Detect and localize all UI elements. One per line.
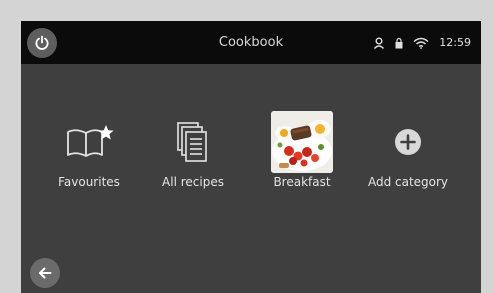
category-tiles: Favourites All recipes Breakfast Add cat… <box>21 111 481 201</box>
device-screen: Cookbook 12:59 Favourites All recipes Br… <box>21 21 481 293</box>
tile-label: Breakfast <box>273 175 331 189</box>
tile-favourites[interactable]: Favourites <box>37 111 141 201</box>
tile-add-category[interactable]: Add category <box>356 111 460 201</box>
tile-label: Add category <box>367 175 449 189</box>
lock-icon <box>395 37 403 48</box>
plus-circle-icon <box>395 129 421 155</box>
recipe-list-icon <box>177 122 207 162</box>
tile-breakfast[interactable]: Breakfast <box>250 111 354 201</box>
breakfast-photo <box>271 111 333 173</box>
power-icon <box>35 35 49 50</box>
tile-all-recipes[interactable]: All recipes <box>141 111 245 201</box>
page-title: Cookbook <box>218 35 284 50</box>
status-bar: 12:59 <box>373 21 471 64</box>
arrow-left-icon <box>39 267 52 279</box>
clock: 12:59 <box>439 36 471 49</box>
book-star-icon <box>67 125 114 157</box>
top-bar: Cookbook 12:59 <box>21 21 481 64</box>
wifi-icon <box>413 37 429 49</box>
user-icon <box>374 37 385 49</box>
tile-label: Favourites <box>58 175 120 189</box>
tile-label: All recipes <box>162 175 224 189</box>
power-button[interactable] <box>27 28 57 58</box>
back-button[interactable] <box>30 258 60 288</box>
